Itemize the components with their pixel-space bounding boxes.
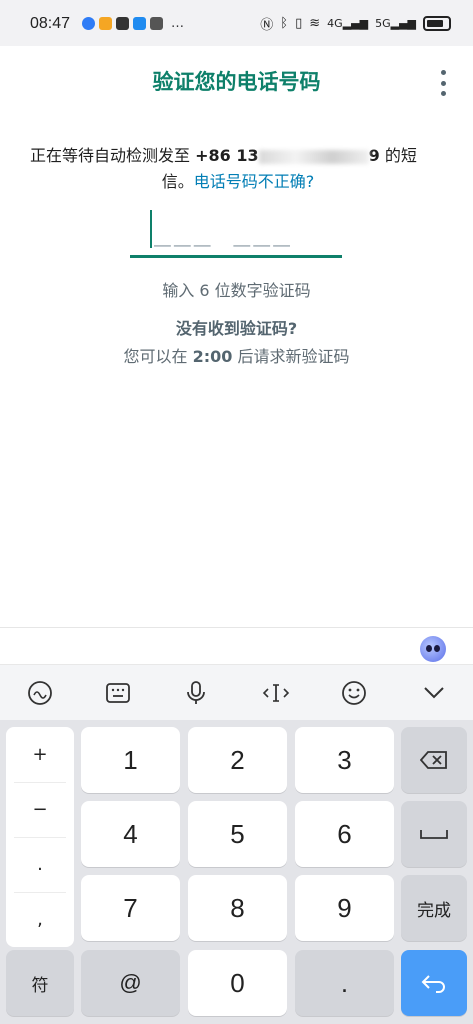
signal-icon: 4G▂▄▆ (327, 17, 369, 30)
signal-icon: 5G▂▄▆ (375, 17, 416, 30)
handwriting-mode-icon[interactable] (26, 679, 54, 707)
resend-countdown: 2:00 (192, 347, 233, 366)
vibrate-icon: ▯ (295, 16, 303, 31)
app-notification-icon (82, 17, 95, 30)
cursor-move-icon[interactable] (262, 679, 290, 707)
page-title: 验证您的电话号码 (152, 70, 321, 94)
space-key[interactable] (401, 801, 467, 867)
emoji-icon[interactable] (340, 679, 368, 707)
digit-5-key[interactable]: 5 (188, 801, 287, 867)
resend-timer-text: 您可以在 2:00 后请求新验证码 (123, 347, 350, 366)
more-notifications-icon: … (171, 15, 184, 31)
digit-2-key[interactable]: 2 (188, 727, 287, 793)
collapse-keyboard-icon[interactable] (420, 679, 448, 707)
overflow-menu-icon[interactable] (437, 70, 449, 96)
no-code-heading: 没有收到验证码? (175, 319, 298, 338)
keyboard-mascot-icon[interactable] (420, 636, 446, 662)
digit-6-key[interactable]: 6 (295, 801, 394, 867)
app-notification-icon (150, 17, 163, 30)
code-placeholder: ___ ___ (154, 214, 294, 247)
verification-code-input[interactable]: ___ ___ (130, 208, 342, 258)
digit-8-key[interactable]: 8 (188, 875, 287, 941)
input-underline (130, 255, 342, 258)
wechat-icon (116, 17, 129, 30)
backspace-key[interactable] (401, 727, 467, 793)
dot-key[interactable]: . (295, 950, 394, 1016)
minus-key[interactable]: − (6, 782, 74, 837)
backspace-icon (420, 751, 447, 769)
keyboard-toolbar (0, 664, 473, 720)
plus-key[interactable]: + (6, 727, 74, 782)
digit-3-key[interactable]: 3 (295, 727, 394, 793)
digit-0-key[interactable]: 0 (188, 950, 287, 1016)
nfc-icon: Ⓝ (260, 18, 274, 33)
period-key[interactable]: . (6, 837, 74, 892)
app-notification-icon (99, 17, 112, 30)
digit-1-key[interactable]: 1 (81, 727, 180, 793)
bluetooth-icon: ᛒ (280, 16, 289, 31)
enter-key[interactable] (401, 950, 467, 1016)
at-key[interactable]: @ (81, 950, 180, 1016)
digit-7-key[interactable]: 7 (81, 875, 180, 941)
done-key[interactable]: 完成 (401, 875, 467, 941)
digit-9-key[interactable]: 9 (295, 875, 394, 941)
battery-icon (423, 16, 451, 31)
symbols-key[interactable]: 符 (6, 950, 74, 1016)
system-status-icons: Ⓝ ᛒ ▯ ≋ 4G▂▄▆ 5G▂▄▆ (260, 14, 451, 33)
enter-icon (421, 975, 445, 993)
keyboard-divider (0, 627, 473, 628)
app-notification-icon (133, 17, 146, 30)
wifi-icon: ≋ (309, 16, 321, 31)
space-icon (420, 830, 448, 839)
symbol-column: + − . , (6, 727, 74, 947)
status-bar: 08:47 … Ⓝ ᛒ ▯ ≋ 4G▂▄▆ 5G▂▄▆ (0, 0, 473, 46)
text-cursor (150, 210, 152, 248)
digit-4-key[interactable]: 4 (81, 801, 180, 867)
phone-number: +86 13 9 (195, 146, 380, 165)
code-hint: 输入 6 位数字验证码 (162, 281, 311, 300)
numeric-keyboard: + − . , 1 2 3 4 5 6 7 8 9 完成 符 @ 0 . (0, 720, 473, 1024)
notification-icons: … (82, 17, 184, 30)
keyboard-layout-icon[interactable] (104, 679, 132, 707)
wrong-number-link[interactable]: 电话号码不正确? (194, 172, 315, 191)
comma-key[interactable]: , (6, 892, 74, 947)
redacted-phone-digits (258, 149, 369, 164)
status-time: 08:47 (30, 15, 71, 32)
microphone-icon[interactable] (182, 679, 210, 707)
waiting-message: 正在等待自动检测发至 +86 13 9 的短 信。电话号码不正确? (30, 146, 417, 191)
